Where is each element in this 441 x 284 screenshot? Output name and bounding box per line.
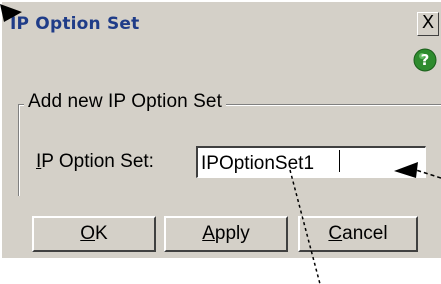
apply-mnemonic: A <box>202 223 215 244</box>
apply-button[interactable]: Apply <box>164 216 288 252</box>
close-button[interactable]: X <box>417 12 439 36</box>
help-icon[interactable]: ? <box>413 48 437 72</box>
ip-option-set-label: IP Option Set: <box>36 151 154 173</box>
cancel-button[interactable]: Cancel <box>298 216 418 252</box>
cancel-mnemonic: C <box>328 223 343 244</box>
dialog-title: IP Option Set <box>10 14 140 34</box>
title-bar[interactable]: IP Option Set X <box>2 6 441 44</box>
ok-mnemonic: O <box>80 223 96 244</box>
ok-button[interactable]: OK <box>32 216 156 252</box>
apply-rest: pply <box>214 223 250 244</box>
text-caret <box>339 150 340 172</box>
label-rest: P Option Set: <box>41 151 154 172</box>
ip-option-set-input[interactable] <box>196 146 426 178</box>
ok-rest: K <box>95 223 108 244</box>
bottom-strip <box>0 258 441 284</box>
group-title: Add new IP Option Set <box>24 91 226 113</box>
cancel-rest: ancel <box>342 223 388 244</box>
svg-text:?: ? <box>421 51 430 69</box>
close-icon: X <box>421 12 435 33</box>
